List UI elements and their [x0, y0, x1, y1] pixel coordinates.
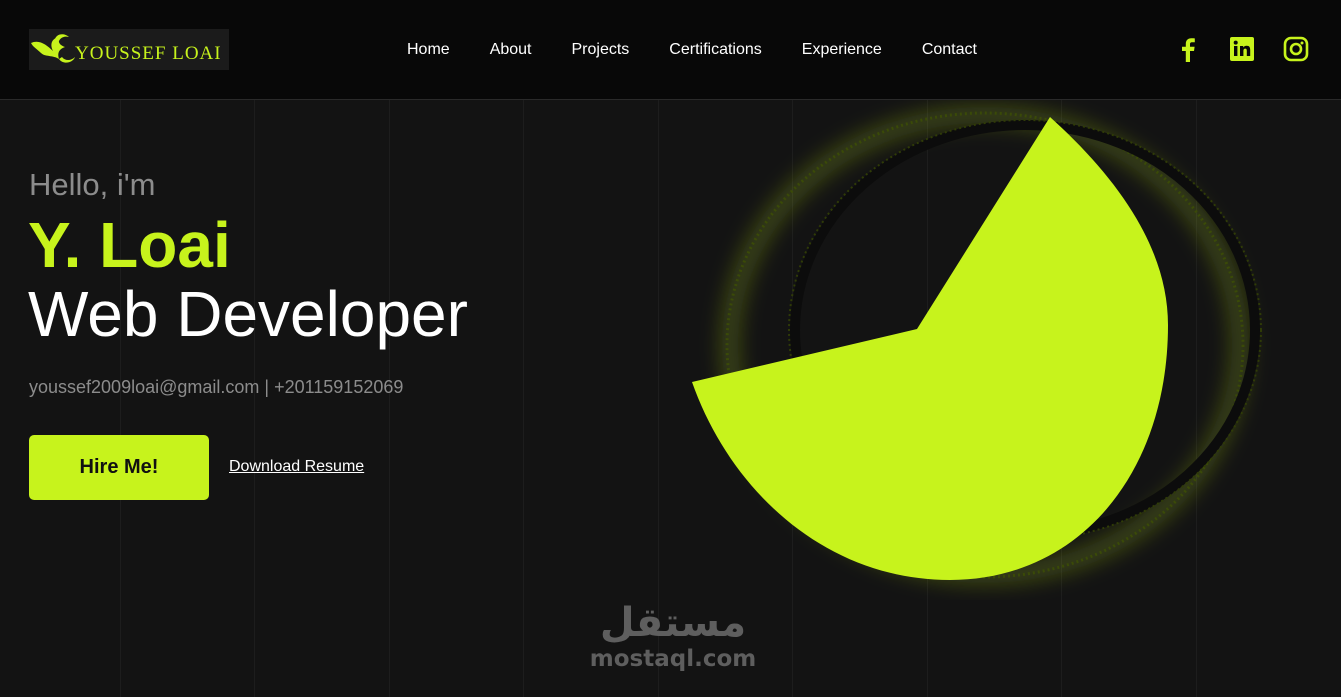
nav-certifications[interactable]: Certifications [669, 40, 761, 60]
hero-contact-info: youssef2009loai@gmail.com | +20115915206… [29, 377, 404, 397]
mostaql-watermark: مستقل mostaql.com [588, 600, 758, 672]
facebook-icon[interactable] [1175, 36, 1201, 62]
site-header: YOUSSEF LOAI Home About Projects Certifi… [0, 0, 1341, 100]
hero-greeting: Hello, i'm [29, 167, 156, 202]
hero-pie-graphic [692, 106, 1262, 584]
nav-home[interactable]: Home [407, 40, 450, 60]
watermark-arabic: مستقل [599, 600, 747, 646]
hero-role: Web Developer [28, 278, 468, 350]
bird-logo-icon [31, 34, 75, 63]
social-links [1175, 36, 1309, 62]
nav-experience[interactable]: Experience [802, 40, 882, 60]
watermark-latin: mostaql.com [589, 646, 757, 672]
instagram-icon[interactable] [1283, 36, 1309, 62]
nav-projects[interactable]: Projects [572, 40, 630, 60]
main-nav: Home About Projects Certifications Exper… [407, 40, 977, 60]
logo-text: YOUSSEF LOAI [75, 42, 222, 64]
nav-about[interactable]: About [490, 40, 532, 60]
hero-name: Y. Loai [28, 209, 231, 281]
linkedin-icon[interactable] [1229, 36, 1255, 62]
page: YOUSSEF LOAI Home About Projects Certifi… [0, 0, 1341, 697]
download-resume-link[interactable]: Download Resume [229, 458, 364, 476]
nav-contact[interactable]: Contact [922, 40, 977, 60]
site-logo[interactable]: YOUSSEF LOAI [29, 29, 229, 70]
hire-me-button[interactable]: Hire Me! [29, 435, 209, 500]
